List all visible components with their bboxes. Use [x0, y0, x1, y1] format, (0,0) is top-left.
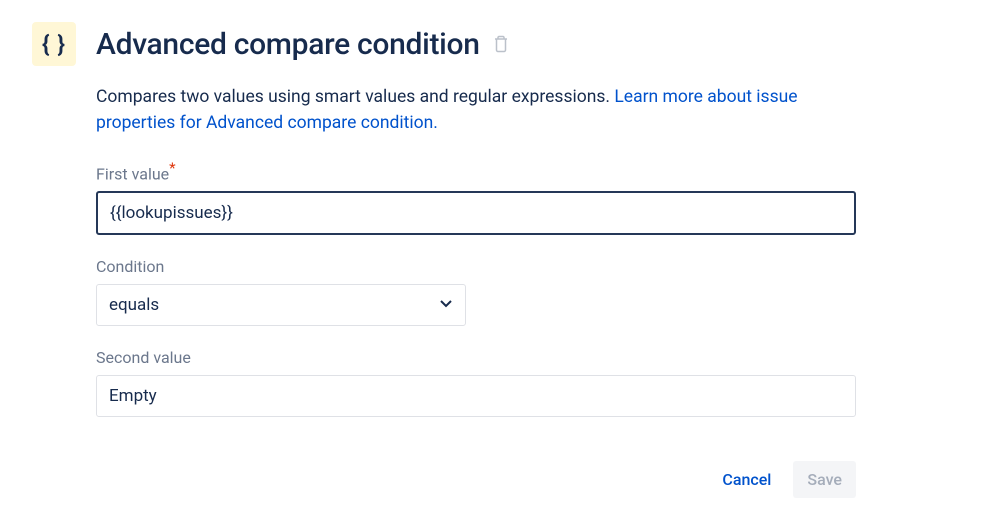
description-plain: Compares two values using smart values a… [96, 87, 614, 107]
condition-select[interactable] [96, 284, 466, 326]
form-content: Compares two values using smart values a… [96, 84, 856, 498]
header-row: { } Advanced compare condition [32, 22, 966, 66]
delete-icon[interactable] [492, 35, 510, 53]
first-value-label: First value* [96, 159, 856, 183]
second-value-input[interactable] [96, 375, 856, 417]
condition-select-value[interactable] [96, 284, 466, 326]
description-text: Compares two values using smart values a… [96, 84, 856, 137]
page-title: Advanced compare condition [96, 27, 480, 62]
footer-actions: Cancel Save [96, 461, 856, 498]
braces-icon: { } [32, 22, 76, 66]
required-star-icon: * [169, 159, 175, 177]
first-value-input[interactable] [96, 191, 856, 235]
condition-label: Condition [96, 257, 856, 276]
second-value-label: Second value [96, 348, 856, 367]
first-value-field: First value* [96, 159, 856, 235]
second-value-field: Second value [96, 348, 856, 417]
cancel-button[interactable]: Cancel [708, 461, 785, 498]
save-button[interactable]: Save [793, 461, 856, 498]
condition-field: Condition [96, 257, 856, 326]
